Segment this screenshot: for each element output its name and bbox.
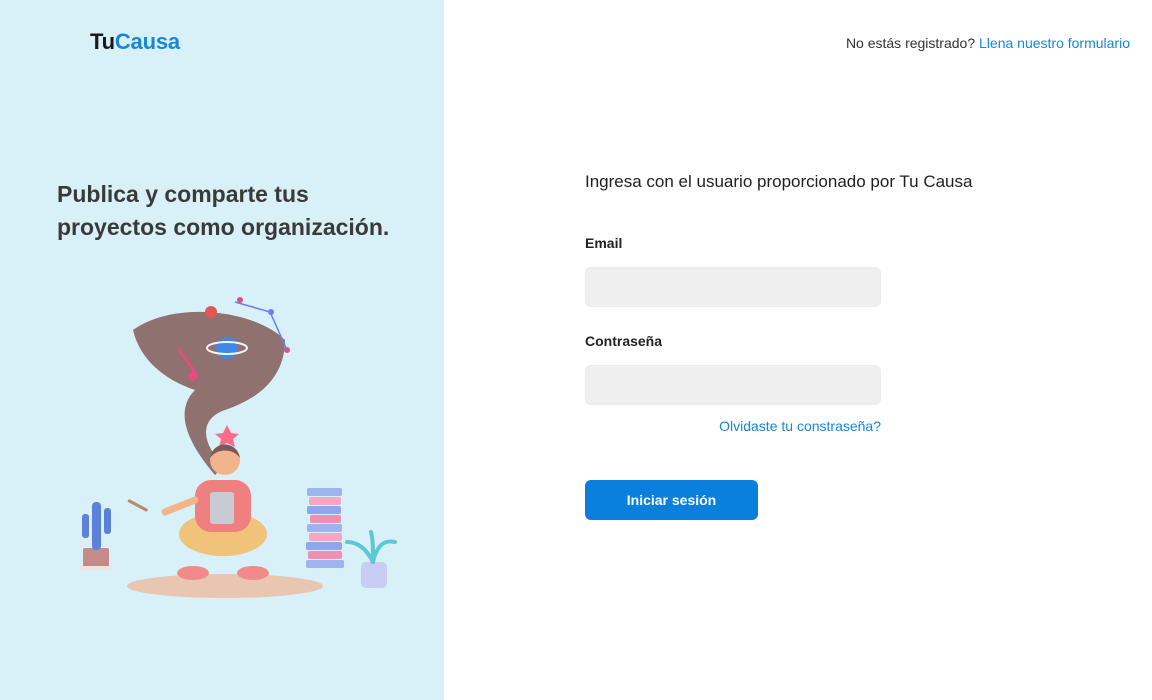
login-heading: Ingresa con el usuario proporcionado por… <box>585 172 973 191</box>
hair <box>133 311 285 475</box>
cactus-pot <box>79 502 113 571</box>
email-label: Email <box>585 235 623 251</box>
register-link[interactable]: Llena nuestro formulario <box>979 35 1130 51</box>
email-field[interactable] <box>585 267 881 307</box>
hero-illustration <box>79 297 397 598</box>
left-panel: TuCausa Publica y comparte tus proyectos… <box>0 0 444 700</box>
login-button[interactable]: Iniciar sesión <box>585 480 758 520</box>
brand-logo[interactable]: TuCausa <box>90 29 180 55</box>
password-field[interactable] <box>585 365 881 405</box>
planet <box>216 337 238 359</box>
tagline: Publica y comparte tus proyectos como or… <box>57 181 390 240</box>
tablet <box>210 492 234 524</box>
password-label: Contraseña <box>585 333 663 349</box>
books-stack <box>306 488 344 568</box>
forgot-password-link[interactable]: Olvidaste tu constraseña? <box>585 418 881 434</box>
brand-logo-part1: Tu <box>90 29 115 54</box>
floor-mat <box>127 574 323 598</box>
register-prompt: No estás registrado? Llena nuestro formu… <box>846 35 1130 51</box>
register-prompt-text: No estás registrado? <box>845 35 976 51</box>
brand-logo-part2: Causa <box>114 29 180 54</box>
right-panel: No estás registrado? Llena nuestro formu… <box>444 0 1152 700</box>
plant-pot <box>345 530 397 588</box>
